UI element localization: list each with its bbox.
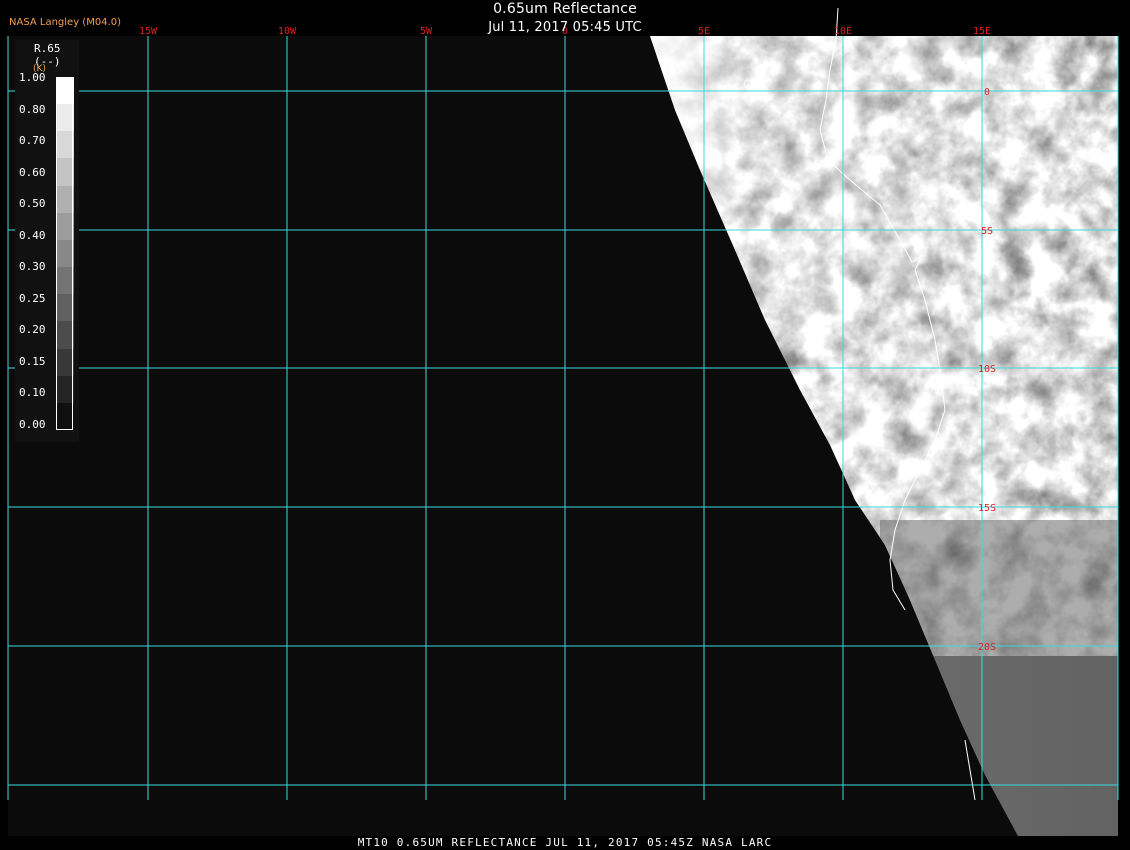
legend-tick-label: 0.15 — [19, 354, 46, 368]
legend-tick-label: 0.30 — [19, 260, 46, 274]
latitude-label: 5S — [981, 226, 993, 237]
image-timestamp: Jul 11, 2017 05:45 UTC — [488, 20, 642, 35]
latitude-label: 0 — [984, 87, 990, 98]
legend-tick-label: 0.50 — [19, 197, 46, 211]
legend-tick-label: 0.20 — [19, 323, 46, 337]
legend-tick-label: 0.80 — [19, 102, 46, 116]
legend-tick-label: 1.00 — [19, 71, 46, 84]
legend-tick-label: 0.00 — [19, 418, 46, 431]
legend-tick-label: 0.60 — [19, 165, 46, 179]
legend-tick-label: 0.40 — [19, 228, 46, 242]
producer-label: NASA Langley (M04.0) — [9, 17, 121, 28]
latitude-label: 20S — [978, 642, 996, 653]
latitude-label: 10S — [978, 364, 996, 375]
legend-tick-label: 0.70 — [19, 134, 46, 148]
latitude-label: 15S — [978, 503, 996, 514]
satellite-viewer: { "header": { "title": "0.65um Reflectan… — [0, 0, 1130, 850]
legend-variable: R.65 — [34, 42, 61, 55]
legend-tick-label: 0.10 — [19, 386, 46, 400]
map-canvas[interactable]: 15W 10W 5W 0 5E 10E 15E05S10S15S20S — [0, 0, 1130, 850]
image-title: 0.65um Reflectance — [493, 1, 637, 17]
product-banner: MT10 0.65UM REFLECTANCE JUL 11, 2017 05:… — [357, 836, 773, 849]
legend-bar-outline — [56, 77, 73, 430]
legend-tick-label: 0.25 — [19, 291, 46, 305]
